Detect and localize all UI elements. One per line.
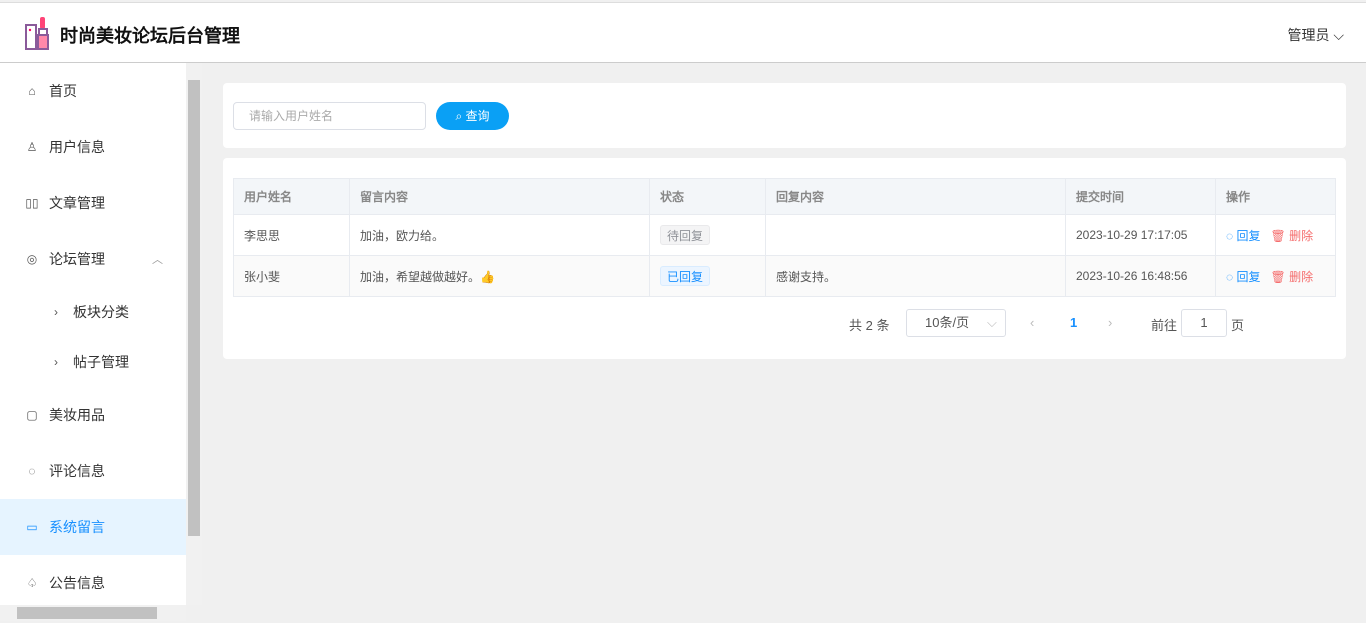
sidebar-item-articles[interactable]: ▯▯ 文章管理 — [0, 175, 186, 231]
lipstick-logo-icon — [25, 17, 49, 50]
cell-time: 2023-10-26 16:48:56 — [1065, 255, 1216, 297]
product-icon: ▢ — [26, 408, 38, 422]
status-badge: 待回复 — [660, 225, 711, 245]
comment-icon: ◌ — [28, 464, 36, 478]
user-menu[interactable]: 管理员 ⌵ — [1287, 25, 1344, 45]
sidebar-item-home[interactable]: ⌂ 首页 — [0, 63, 186, 119]
sidebar-item-comments[interactable]: ◌ 评论信息 — [0, 443, 186, 499]
search-button[interactable]: ⌕ 查询 — [436, 102, 509, 130]
current-page[interactable]: 1 — [1070, 315, 1077, 330]
sidebar-item-label: 帖子管理 — [73, 354, 129, 370]
column-header: 状态 — [649, 178, 766, 215]
delete-label: 删除 — [1289, 228, 1314, 243]
sidebar-item-posts[interactable]: › 帖子管理 — [0, 337, 186, 387]
trash-icon: 🗑︎ — [1270, 228, 1286, 243]
sidebar-item-label: 论坛管理 — [49, 251, 105, 267]
sidebar-item-label: 美妆用品 — [49, 407, 105, 423]
table-card: 用户姓名 留言内容 状态 回复内容 提交时间 操作 李思思 加油，欧力给。 待回… — [223, 158, 1346, 359]
reply-button[interactable]: ◌ 回复 — [1226, 270, 1261, 284]
sidebar-item-label: 板块分类 — [73, 304, 129, 320]
cell-status: 待回复 — [649, 214, 766, 256]
cell-content: 加油，希望越做越好。👍 — [349, 255, 650, 297]
prev-page-button[interactable]: ‹ — [1030, 315, 1034, 330]
chevron-down-icon: ⌵ — [987, 315, 997, 330]
sidebar-item-notices[interactable]: ♤ 公告信息 — [0, 555, 186, 605]
sidebar-item-label: 用户信息 — [49, 139, 105, 155]
delete-button[interactable]: 🗑︎ 删除 — [1271, 229, 1314, 243]
delete-label: 删除 — [1289, 269, 1314, 284]
chevron-right-icon: › — [54, 355, 58, 369]
user-icon: ♙ — [26, 140, 38, 154]
reply-button[interactable]: ◌ 回复 — [1226, 229, 1261, 243]
status-badge: 已回复 — [660, 266, 711, 286]
cell-reply — [765, 214, 1066, 256]
cell-status: 已回复 — [649, 255, 766, 297]
messages-table: 用户姓名 留言内容 状态 回复内容 提交时间 操作 李思思 加油，欧力给。 待回… — [233, 178, 1336, 297]
column-header: 留言内容 — [349, 178, 650, 215]
home-icon: ⌂ — [28, 84, 36, 98]
chevron-down-icon: ⌵ — [1333, 27, 1344, 43]
sidebar-horizontal-scrollbar[interactable] — [0, 605, 186, 621]
book-icon: ▯▯ — [25, 196, 39, 210]
forum-icon: ◎ — [26, 252, 38, 266]
page-size-select[interactable]: 10条/页 ⌵ — [906, 309, 1006, 337]
page-suffix: 页 — [1231, 318, 1245, 333]
table-row: 张小斐 加油，希望越做越好。👍 已回复 感谢支持。 2023-10-26 16:… — [233, 255, 1336, 297]
pagination: 共 2 条 10条/页 ⌵ ‹ 1 › 前往 1 页 — [736, 309, 1336, 337]
reply-label: 回复 — [1236, 228, 1261, 243]
column-header: 操作 — [1215, 178, 1336, 215]
sidebar-item-messages[interactable]: ▭ 系统留言 — [0, 499, 186, 555]
cell-actions: ◌ 回复 🗑︎ 删除 — [1215, 255, 1336, 297]
sidebar-item-categories[interactable]: › 板块分类 — [0, 287, 186, 337]
cell-name: 张小斐 — [233, 255, 350, 297]
sidebar-item-forum[interactable]: ◎ 论坛管理 ︿ — [0, 231, 186, 287]
column-header: 用户姓名 — [233, 178, 350, 215]
app-title: 时尚美妆论坛后台管理 — [60, 26, 240, 46]
cell-name: 李思思 — [233, 214, 350, 256]
cell-content: 加油，欧力给。 — [349, 214, 650, 256]
search-card: 请输入用户姓名 ⌕ 查询 — [223, 83, 1346, 148]
sidebar: ⌂ 首页 ♙ 用户信息 ▯▯ 文章管理 ◎ 论坛管理 ︿ › 板块分类 › 帖子管理 ▢ 美妆用… — [0, 63, 186, 605]
chevron-up-icon: ︿ — [152, 254, 163, 266]
page-size-value: 10条/页 — [925, 315, 970, 330]
sidebar-vertical-scrollbar[interactable] — [186, 63, 202, 605]
scrollbar-thumb[interactable] — [188, 80, 200, 536]
search-button-label: 查询 — [465, 109, 490, 123]
delete-button[interactable]: 🗑︎ 删除 — [1271, 270, 1314, 284]
bell-icon: ♤ — [26, 576, 38, 590]
search-input[interactable]: 请输入用户姓名 — [233, 102, 426, 130]
chat-icon: ◌ — [1226, 228, 1234, 243]
cell-reply: 感谢支持。 — [765, 255, 1066, 297]
user-name: 管理员 — [1287, 27, 1330, 43]
goto-label: 前往 — [1151, 318, 1178, 333]
sidebar-item-label: 首页 — [49, 83, 77, 99]
table-row: 李思思 加油，欧力给。 待回复 2023-10-29 17:17:05 ◌ 回复… — [233, 214, 1336, 256]
scrollbar-thumb[interactable] — [17, 607, 157, 619]
trash-icon: 🗑︎ — [1270, 269, 1286, 284]
sidebar-item-label: 评论信息 — [49, 463, 105, 479]
sidebar-item-products[interactable]: ▢ 美妆用品 — [0, 387, 186, 443]
chat-icon: ◌ — [1226, 269, 1234, 284]
sidebar-item-label: 文章管理 — [49, 195, 105, 211]
message-icon: ▭ — [26, 520, 38, 534]
cell-actions: ◌ 回复 🗑︎ 删除 — [1215, 214, 1336, 256]
goto-page-input[interactable]: 1 — [1181, 309, 1227, 337]
next-page-button[interactable]: › — [1108, 315, 1112, 330]
table-header-row: 用户姓名 留言内容 状态 回复内容 提交时间 操作 — [233, 178, 1336, 215]
search-icon: ⌕ — [455, 109, 463, 123]
sidebar-item-label: 公告信息 — [49, 575, 105, 591]
reply-label: 回复 — [1236, 269, 1261, 284]
cell-time: 2023-10-29 17:17:05 — [1065, 214, 1216, 256]
total-count: 共 2 条 — [849, 318, 890, 333]
sidebar-item-users[interactable]: ♙ 用户信息 — [0, 119, 186, 175]
chevron-right-icon: › — [54, 305, 58, 319]
sidebar-item-label: 系统留言 — [49, 519, 105, 535]
column-header: 提交时间 — [1065, 178, 1216, 215]
column-header: 回复内容 — [765, 178, 1066, 215]
header: 时尚美妆论坛后台管理 管理员 ⌵ — [0, 2, 1366, 63]
